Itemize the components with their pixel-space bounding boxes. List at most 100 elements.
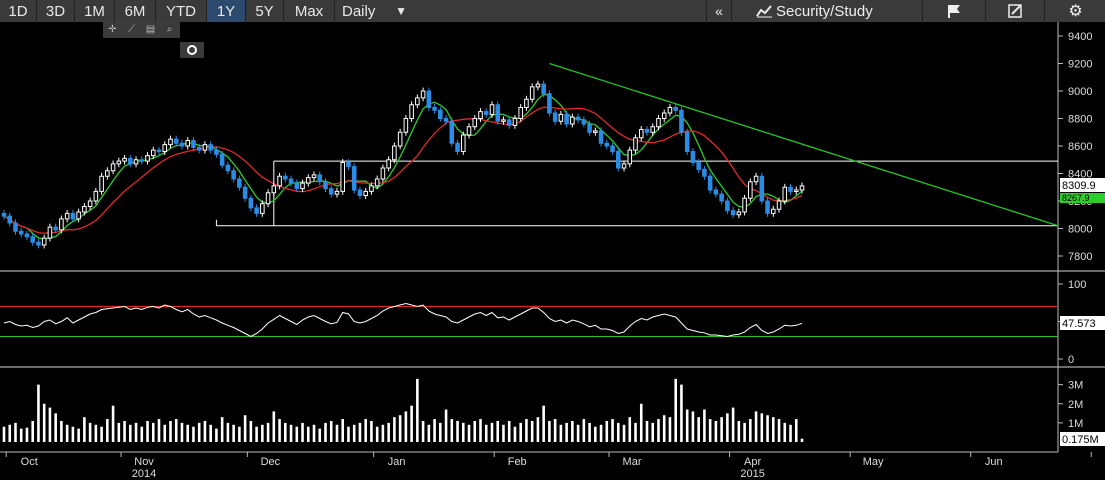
candle — [730, 210, 736, 216]
settings-button[interactable]: ⚙ — [1044, 0, 1105, 22]
edit-button[interactable] — [985, 0, 1044, 22]
volume-bar — [42, 403, 46, 442]
candle — [87, 200, 93, 207]
volume-bar — [588, 422, 591, 442]
candle — [277, 175, 282, 187]
candle — [128, 157, 133, 165]
candle — [719, 193, 724, 202]
volume-bar — [668, 417, 672, 442]
candle — [397, 131, 403, 147]
volume-bar — [83, 417, 86, 442]
annotation-button[interactable] — [922, 0, 985, 22]
volume-bar — [301, 422, 304, 442]
line-chart-icon — [756, 5, 772, 18]
range-5y-button[interactable]: 5Y — [246, 0, 284, 22]
volume-bar — [490, 422, 494, 442]
volume-bar — [192, 426, 195, 442]
candle — [346, 162, 351, 168]
price-axis-label: 8800 — [1068, 114, 1092, 126]
volume-bar — [249, 420, 253, 442]
candle — [776, 200, 782, 210]
candle — [386, 159, 391, 169]
volume-bar — [220, 417, 224, 442]
candle — [202, 144, 208, 151]
frequency-dropdown[interactable]: Daily ▼ — [335, 0, 415, 22]
volume-bar — [123, 420, 126, 442]
volume-bar — [410, 405, 413, 442]
candle — [593, 130, 598, 133]
range-3d-button[interactable]: 3D — [37, 0, 75, 22]
range-1d-button[interactable]: 1D — [0, 0, 37, 22]
volume-bar — [622, 424, 626, 442]
volume-bar — [634, 422, 637, 442]
volume-bar — [594, 426, 597, 442]
security-study-button[interactable]: Security/Study — [731, 0, 921, 22]
candle — [483, 111, 489, 115]
gear-icon: ⚙ — [1068, 3, 1083, 20]
candle — [30, 236, 35, 243]
volume-bar — [525, 419, 528, 442]
candle — [271, 185, 277, 194]
volume-bar — [530, 420, 534, 442]
candle — [426, 90, 432, 108]
volume-bar — [174, 419, 178, 442]
range-6m-button[interactable]: 6M — [115, 0, 156, 22]
range-ytd-button[interactable]: YTD — [156, 0, 207, 22]
candle — [133, 159, 139, 165]
volume-bar — [720, 417, 723, 442]
volume-bar — [576, 424, 580, 442]
candle — [799, 185, 805, 191]
rsi-axis-label: 0 — [1068, 354, 1074, 366]
volume-bar — [364, 419, 367, 442]
candle — [70, 212, 76, 220]
zoom-icon[interactable]: ⌕ — [160, 22, 179, 38]
volume-bar — [215, 428, 218, 442]
candle — [656, 118, 661, 128]
candle — [616, 151, 621, 169]
volume-bar — [542, 405, 545, 442]
candle — [558, 113, 564, 122]
volume-bar — [697, 417, 700, 442]
candle — [748, 181, 753, 199]
draw-line-icon[interactable]: ⟋ — [122, 22, 141, 38]
panel-divider[interactable] — [0, 366, 1105, 368]
panel-divider[interactable] — [0, 270, 1105, 272]
candle — [64, 212, 70, 220]
last-price-label: 8309.9 — [1062, 180, 1096, 192]
candle — [432, 107, 437, 111]
volume-bar — [467, 424, 471, 442]
volume-bar — [645, 420, 649, 442]
volume-bar — [571, 420, 574, 442]
collapse-button[interactable]: « — [706, 0, 731, 22]
volume-bar — [318, 428, 322, 442]
volume-bar — [129, 424, 132, 442]
candle — [179, 142, 185, 147]
candle — [248, 197, 254, 209]
volume-bar — [2, 426, 6, 442]
volume-bar — [473, 420, 477, 442]
candle — [374, 178, 380, 187]
candle — [18, 230, 24, 235]
range-max-button[interactable]: Max — [284, 0, 335, 22]
candle — [541, 83, 546, 95]
crosshair-icon[interactable]: ✛ — [103, 22, 122, 38]
volume-panel — [2, 378, 804, 442]
candle — [742, 197, 747, 213]
candle — [466, 126, 472, 136]
range-1y-button[interactable]: 1Y — [207, 0, 246, 22]
month-label: Mar — [623, 456, 642, 468]
chart-canvas[interactable]: OctNovDecJanFebMarAprMayJunJul20142015 9… — [0, 0, 1105, 480]
volume-bar — [88, 422, 92, 442]
range-1m-button[interactable]: 1M — [75, 0, 115, 22]
volume-bar — [14, 422, 17, 442]
volume-bar — [146, 420, 149, 442]
candle — [472, 118, 478, 128]
candle — [587, 123, 592, 133]
table-icon[interactable]: ▤ — [141, 22, 160, 38]
volume-bar — [507, 420, 511, 442]
record-button[interactable] — [180, 42, 204, 58]
candle — [736, 211, 742, 216]
volume-bar — [421, 420, 425, 442]
candle — [214, 149, 219, 155]
volume-bar — [238, 426, 241, 442]
